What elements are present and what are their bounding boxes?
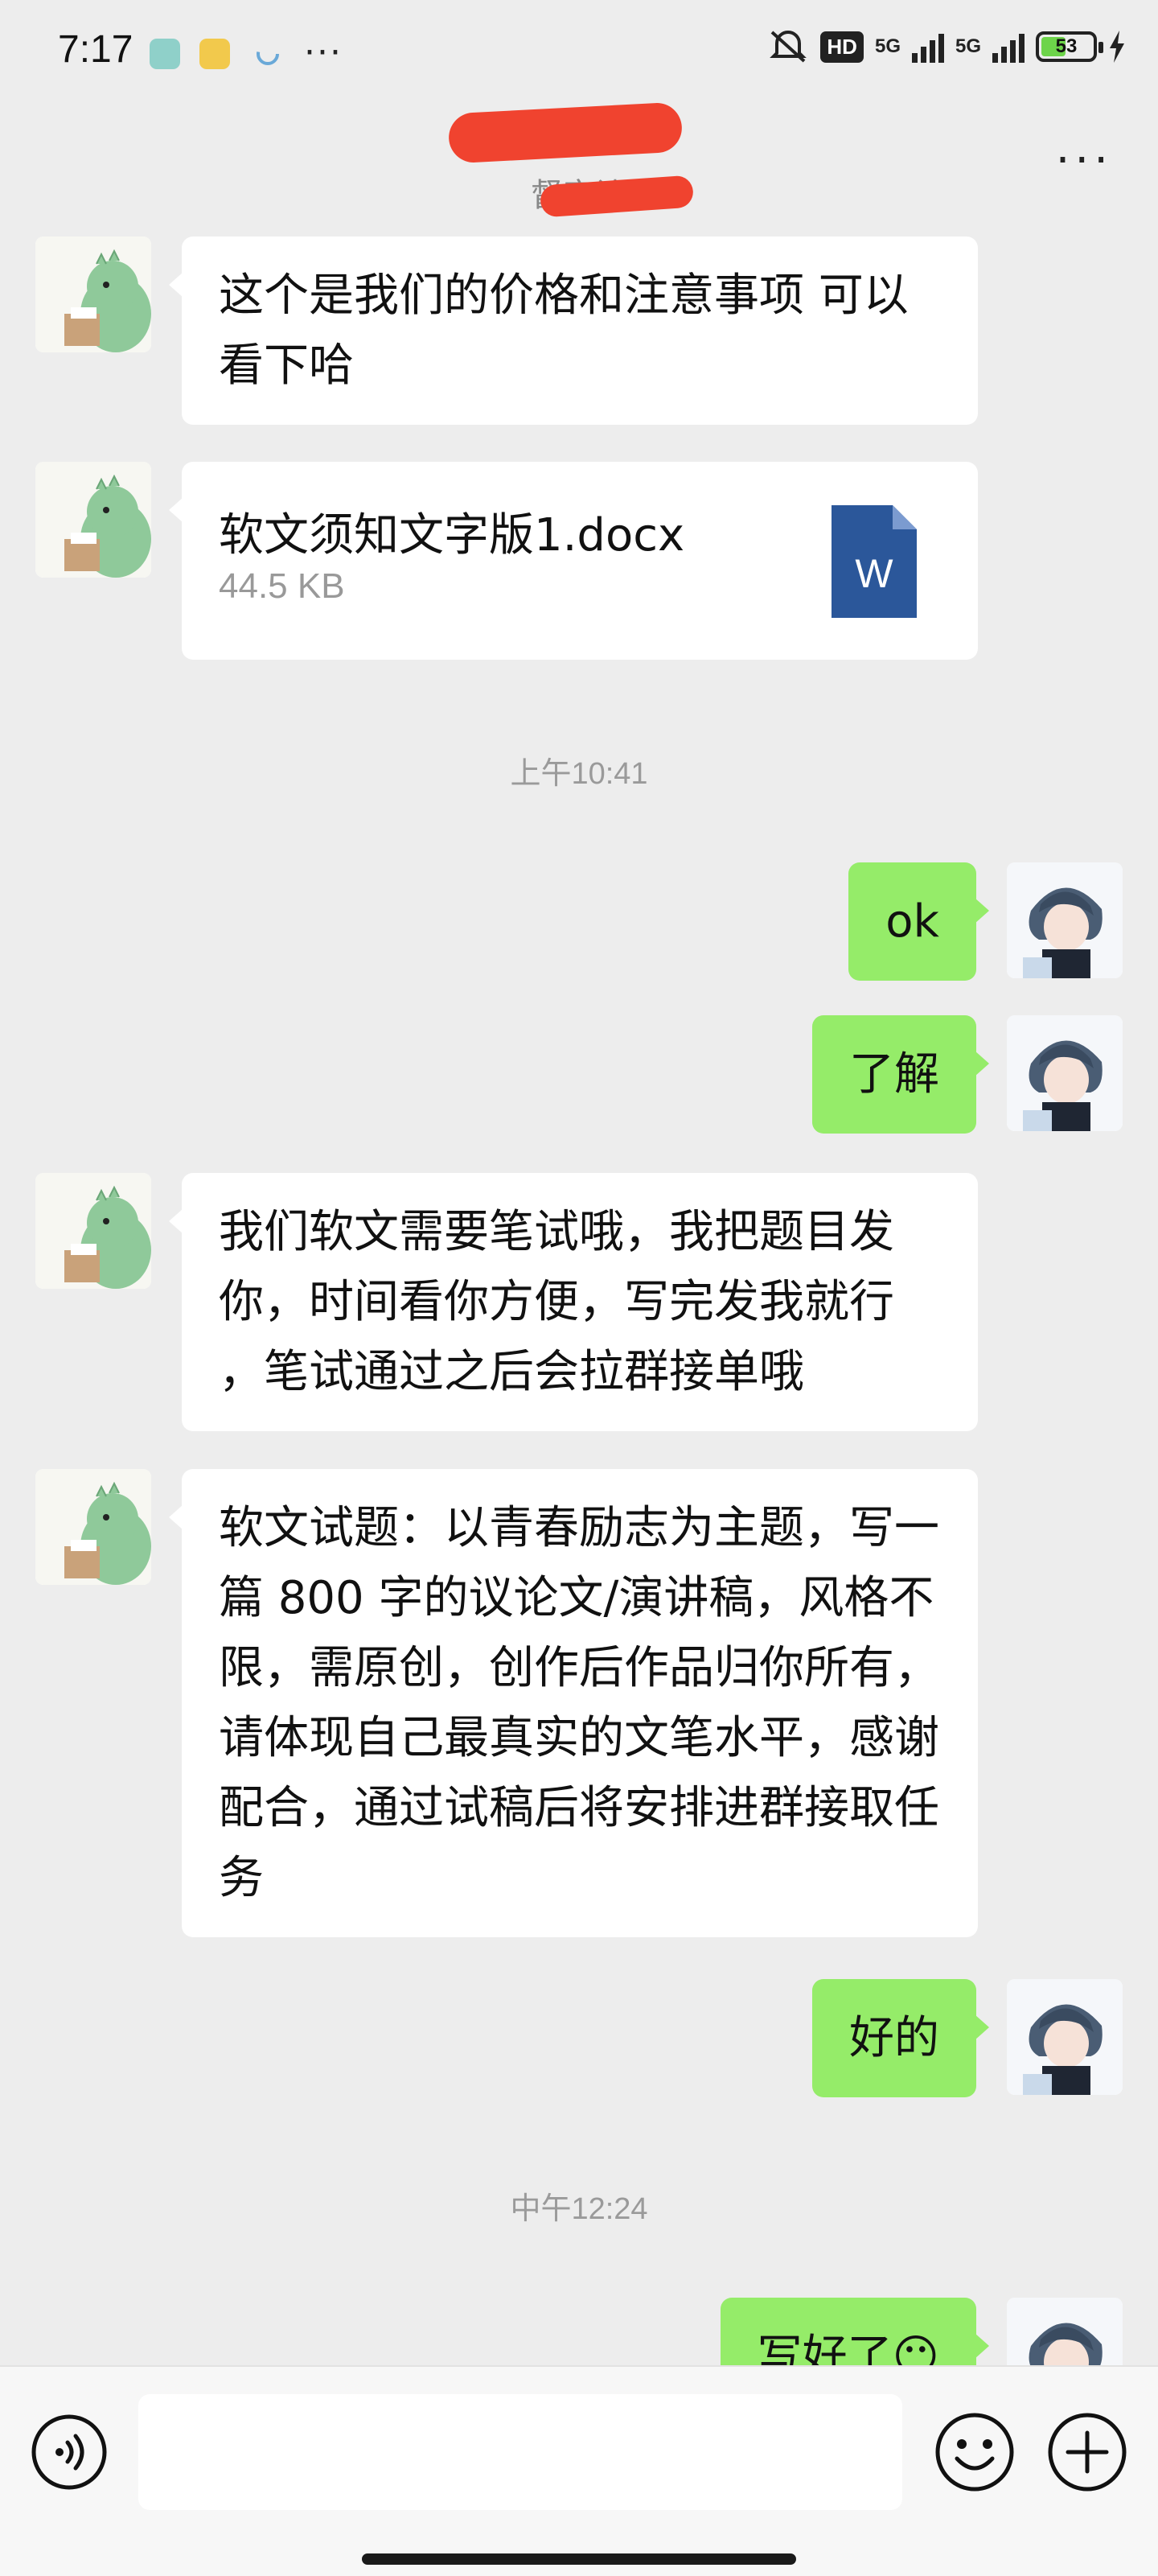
incoming-message-bubble[interactable]: 软文试题：以青春励志为主题，写一篇 800 字的议论文/演讲稿，风格不限，需原创… <box>169 1469 978 1937</box>
anime-avatar-icon <box>1007 2298 1123 2365</box>
file-name: 软文须知文字版1.docx <box>219 509 685 562</box>
more-notifications-icon: ··· <box>304 32 343 73</box>
contact-avatar[interactable] <box>35 1173 151 1289</box>
outgoing-message-bubble[interactable]: 了解 <box>812 1015 989 1134</box>
outgoing-message-bubble[interactable]: 好的 <box>812 1979 989 2097</box>
status-bar: 7:17 ··· HD 5G 5G 53 <box>0 0 1158 105</box>
contact-avatar[interactable] <box>35 237 151 352</box>
status-time: 7:17 <box>58 28 133 71</box>
timestamp-separator: 中午12:24 <box>510 2192 648 2226</box>
incoming-message-bubble[interactable]: 我们软文需要笔试哦，我把题目发你，时间看你方便，写完发我就行 ，笔试通过之后会拉… <box>169 1173 978 1431</box>
contact-avatar[interactable] <box>35 1469 151 1585</box>
emoji-button[interactable] <box>933 2410 1016 2494</box>
emoji-icon <box>935 2413 1014 2492</box>
more-functions-button[interactable] <box>1045 2410 1129 2494</box>
voice-icon <box>31 2414 107 2490</box>
battery-level: 53 <box>1055 35 1078 57</box>
anime-avatar-icon <box>1007 862 1123 978</box>
message-list[interactable]: 这个是我们的价格和注意事项 可以看下哈 软文须知文字版1.docx 44.5 K… <box>0 233 1158 2365</box>
message-app-icon <box>150 39 180 69</box>
my-avatar[interactable] <box>1007 2298 1123 2365</box>
voice-input-button[interactable] <box>29 2412 109 2492</box>
incoming-message-bubble[interactable]: 这个是我们的价格和注意事项 可以看下哈 <box>169 237 978 425</box>
my-avatar[interactable] <box>1007 1015 1123 1131</box>
timestamp-separator: 上午10:41 <box>510 757 648 791</box>
word-document-icon: W <box>832 505 917 618</box>
outgoing-message-bubble[interactable]: 写好了😶 <box>720 2298 990 2365</box>
more-options-button[interactable]: ··· <box>1056 138 1113 183</box>
my-avatar[interactable] <box>1007 1979 1123 2095</box>
dinosaur-avatar-icon <box>35 1173 151 1289</box>
status-indicators: HD 5G 5G 53 <box>767 29 1126 64</box>
dinosaur-avatar-icon <box>35 237 151 352</box>
network-5g-label-2: 5G <box>955 35 981 57</box>
mute-icon <box>770 31 807 63</box>
cat-app-icon <box>199 39 230 69</box>
file-message-card[interactable]: 软文须知文字版1.docx 44.5 KB W <box>169 462 978 660</box>
my-avatar[interactable] <box>1007 862 1123 978</box>
charging-icon <box>1110 31 1124 63</box>
network-5g-label: 5G <box>874 35 901 57</box>
input-bar <box>0 2365 1158 2576</box>
file-size: 44.5 KB <box>219 566 345 606</box>
word-icon-letter: W <box>855 551 893 596</box>
anime-avatar-icon <box>1007 1979 1123 2095</box>
loading-icon <box>257 43 279 65</box>
home-indicator[interactable] <box>362 2553 796 2565</box>
signal-icon-2 <box>992 31 1025 63</box>
anime-avatar-icon <box>1007 1015 1123 1131</box>
hd-badge: HD <box>820 31 864 63</box>
message-input[interactable] <box>138 2394 902 2510</box>
contact-avatar[interactable] <box>35 462 151 578</box>
battery-icon: 53 <box>1036 31 1103 62</box>
signal-icon <box>911 31 944 63</box>
dinosaur-avatar-icon <box>35 1469 151 1585</box>
plus-icon <box>1048 2413 1127 2492</box>
dinosaur-avatar-icon <box>35 462 151 578</box>
outgoing-message-bubble[interactable]: ok <box>848 862 989 981</box>
